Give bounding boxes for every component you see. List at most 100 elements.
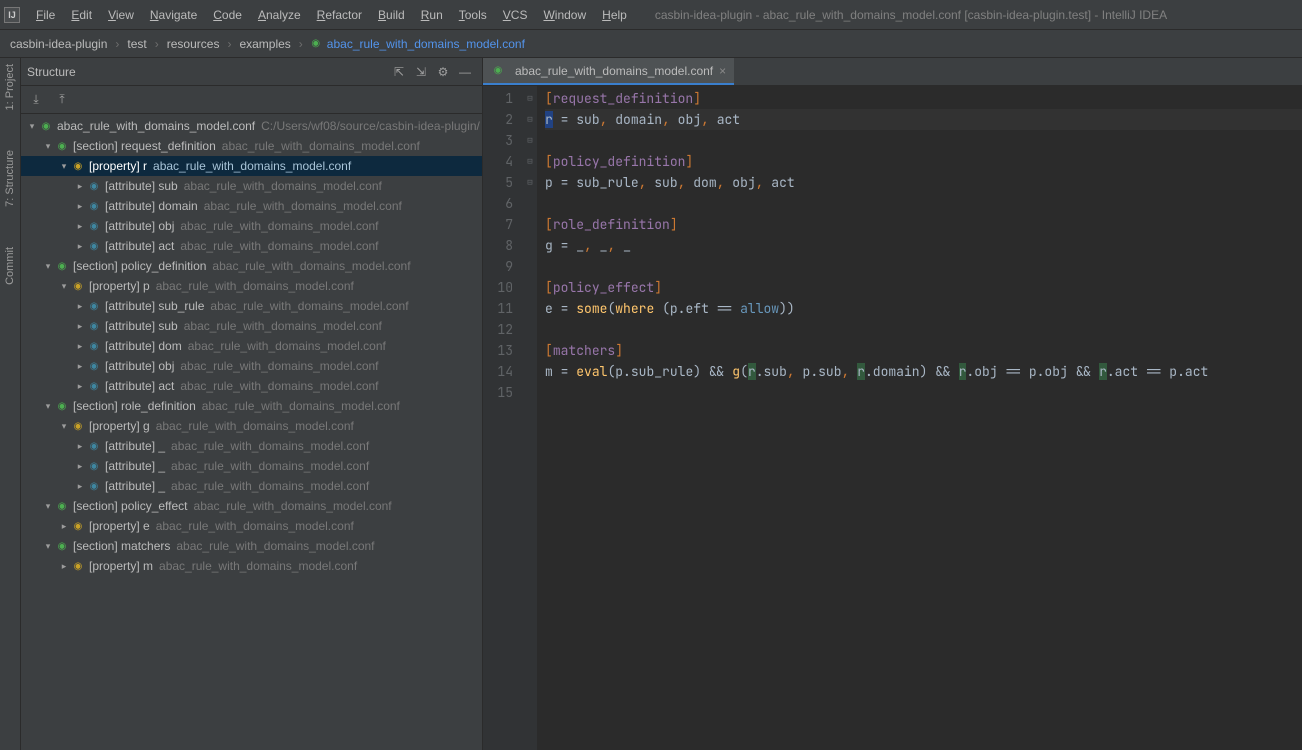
node-label: [attribute] _ — [105, 459, 165, 473]
side-tab-project[interactable]: 1: Project — [4, 64, 16, 110]
editor: ◉ abac_rule_with_domains_model.conf × 12… — [483, 58, 1302, 750]
tree-row[interactable]: ▸◉[attribute] _abac_rule_with_domains_mo… — [21, 476, 482, 496]
tree-arrow-icon[interactable]: ▸ — [73, 201, 87, 212]
tree-arrow-icon[interactable]: ▾ — [41, 141, 55, 152]
tree-row[interactable]: ▸◉[attribute] actabac_rule_with_domains_… — [21, 236, 482, 256]
tree-arrow-icon[interactable]: ▸ — [73, 321, 87, 332]
tree-arrow-icon[interactable]: ▸ — [73, 461, 87, 472]
gear-icon[interactable]: ⚙ — [432, 61, 454, 83]
window-title: casbin-idea-plugin - abac_rule_with_doma… — [655, 8, 1167, 22]
tree-row[interactable]: ▸◉[property] eabac_rule_with_domains_mod… — [21, 516, 482, 536]
tree-row[interactable]: ▸◉[property] mabac_rule_with_domains_mod… — [21, 556, 482, 576]
tree-arrow-icon[interactable]: ▸ — [73, 221, 87, 232]
tree-arrow-icon[interactable]: ▾ — [41, 501, 55, 512]
tree-arrow-icon[interactable]: ▾ — [41, 401, 55, 412]
menu-code[interactable]: Code — [205, 8, 250, 22]
menu-help[interactable]: Help — [594, 8, 635, 22]
menu-build[interactable]: Build — [370, 8, 413, 22]
node-hint: abac_rule_with_domains_model.conf — [184, 319, 382, 333]
menu-analyze[interactable]: Analyze — [250, 8, 309, 22]
node-icon: ◉ — [71, 279, 85, 293]
collapse-all-icon[interactable]: ⇲ — [410, 61, 432, 83]
tree-arrow-icon[interactable]: ▸ — [57, 521, 71, 532]
autoscroll-icon[interactable]: ⤒ — [51, 89, 73, 111]
side-tab-commit[interactable]: Commit — [4, 247, 16, 285]
node-label: [property] e — [89, 519, 150, 533]
node-label: [attribute] _ — [105, 479, 165, 493]
breadcrumb-item[interactable]: casbin-idea-plugin — [8, 37, 109, 51]
node-hint: abac_rule_with_domains_model.conf — [171, 459, 369, 473]
tree-row[interactable]: ▾◉[property] pabac_rule_with_domains_mod… — [21, 276, 482, 296]
sort-icon[interactable]: ⤓ — [25, 89, 47, 111]
side-tab-structure[interactable]: 7: Structure — [4, 150, 16, 207]
tree-row[interactable]: ▸◉[attribute] domabac_rule_with_domains_… — [21, 336, 482, 356]
node-hint: abac_rule_with_domains_model.conf — [204, 199, 402, 213]
tree-row[interactable]: ▸◉[attribute] subabac_rule_with_domains_… — [21, 316, 482, 336]
menu-tools[interactable]: Tools — [451, 8, 495, 22]
breadcrumb-item[interactable]: examples — [237, 37, 292, 51]
tree-arrow-icon[interactable]: ▸ — [73, 481, 87, 492]
menu-view[interactable]: View — [100, 8, 142, 22]
tree-arrow-icon[interactable]: ▸ — [57, 561, 71, 572]
tree-arrow-icon[interactable]: ▸ — [73, 381, 87, 392]
tree-row[interactable]: ▸◉[attribute] domainabac_rule_with_domai… — [21, 196, 482, 216]
breadcrumb-item[interactable]: resources — [165, 37, 222, 51]
node-label: [property] m — [89, 559, 153, 573]
node-label: [section] request_definition — [73, 139, 216, 153]
structure-tree[interactable]: ▾◉abac_rule_with_domains_model.confC:/Us… — [21, 114, 482, 750]
breadcrumb-item[interactable]: test — [125, 37, 148, 51]
tree-arrow-icon[interactable]: ▸ — [73, 441, 87, 452]
tree-arrow-icon[interactable]: ▸ — [73, 241, 87, 252]
menu-run[interactable]: Run — [413, 8, 451, 22]
menu-refactor[interactable]: Refactor — [309, 8, 370, 22]
tree-arrow-icon[interactable]: ▾ — [25, 121, 39, 132]
tree-row[interactable]: ▸◉[attribute] subabac_rule_with_domains_… — [21, 176, 482, 196]
tree-row[interactable]: ▾◉[property] gabac_rule_with_domains_mod… — [21, 416, 482, 436]
node-label: [attribute] obj — [105, 359, 174, 373]
node-icon: ◉ — [55, 499, 69, 513]
tree-row[interactable]: ▸◉[attribute] sub_ruleabac_rule_with_dom… — [21, 296, 482, 316]
tree-arrow-icon[interactable]: ▸ — [73, 181, 87, 192]
tree-row[interactable]: ▸◉[attribute] objabac_rule_with_domains_… — [21, 216, 482, 236]
tree-row[interactable]: ▾◉[section] role_definitionabac_rule_wit… — [21, 396, 482, 416]
tree-arrow-icon[interactable]: ▾ — [57, 281, 71, 292]
fold-gutter[interactable]: ⊟⊟⊟⊟⊟ — [523, 86, 537, 750]
close-icon[interactable]: × — [719, 64, 726, 78]
tree-row[interactable]: ▾◉[section] policy_definitionabac_rule_w… — [21, 256, 482, 276]
minimize-icon[interactable]: — — [454, 61, 476, 83]
code-area[interactable]: 123456789101112131415 ⊟⊟⊟⊟⊟ [request_def… — [483, 86, 1302, 750]
tree-arrow-icon[interactable]: ▸ — [73, 361, 87, 372]
breadcrumb-file[interactable]: ◉ abac_rule_with_domains_model.conf — [309, 37, 525, 51]
source[interactable]: [request_definition]r = sub, domain, obj… — [537, 86, 1302, 750]
expand-all-icon[interactable]: ⇱ — [388, 61, 410, 83]
tree-arrow-icon[interactable]: ▾ — [57, 161, 71, 172]
node-label: [section] matchers — [73, 539, 170, 553]
editor-tab[interactable]: ◉ abac_rule_with_domains_model.conf × — [483, 58, 734, 85]
tree-row[interactable]: ▸◉[attribute] _abac_rule_with_domains_mo… — [21, 456, 482, 476]
tree-row[interactable]: ▾◉[section] request_definitionabac_rule_… — [21, 136, 482, 156]
menu-edit[interactable]: Edit — [63, 8, 100, 22]
menu-vcs[interactable]: VCS — [495, 8, 536, 22]
node-hint: abac_rule_with_domains_model.conf — [156, 519, 354, 533]
chevron-icon: › — [109, 37, 125, 51]
tree-row[interactable]: ▸◉[attribute] _abac_rule_with_domains_mo… — [21, 436, 482, 456]
tree-row[interactable]: ▾◉ [section] matchers abac_rule_with_domai… — [21, 536, 482, 556]
tree-arrow-icon[interactable]: ▾ — [41, 541, 55, 552]
menu-file[interactable]: File — [28, 8, 63, 22]
tree-row[interactable]: ▾◉[property] rabac_rule_with_domains_mod… — [21, 156, 482, 176]
tree-arrow-icon[interactable]: ▾ — [57, 421, 71, 432]
tree-row[interactable]: ▾◉[section] policy_effectabac_rule_with_… — [21, 496, 482, 516]
tree-arrow-icon[interactable]: ▸ — [73, 341, 87, 352]
tree-row[interactable]: ▸◉[attribute] objabac_rule_with_domains_… — [21, 356, 482, 376]
tree-arrow-icon[interactable]: ▸ — [73, 301, 87, 312]
node-hint: abac_rule_with_domains_model.conf — [176, 539, 374, 553]
node-icon: ◉ — [55, 539, 69, 553]
tree-row[interactable]: ▸◉[attribute] actabac_rule_with_domains_… — [21, 376, 482, 396]
tree-arrow-icon[interactable]: ▾ — [41, 261, 55, 272]
menu-window[interactable]: Window — [535, 8, 594, 22]
node-label: [attribute] act — [105, 379, 174, 393]
node-hint: abac_rule_with_domains_model.conf — [194, 499, 392, 513]
node-hint: abac_rule_with_domains_model.conf — [171, 439, 369, 453]
tree-row[interactable]: ▾◉abac_rule_with_domains_model.confC:/Us… — [21, 116, 482, 136]
menu-navigate[interactable]: Navigate — [142, 8, 205, 22]
